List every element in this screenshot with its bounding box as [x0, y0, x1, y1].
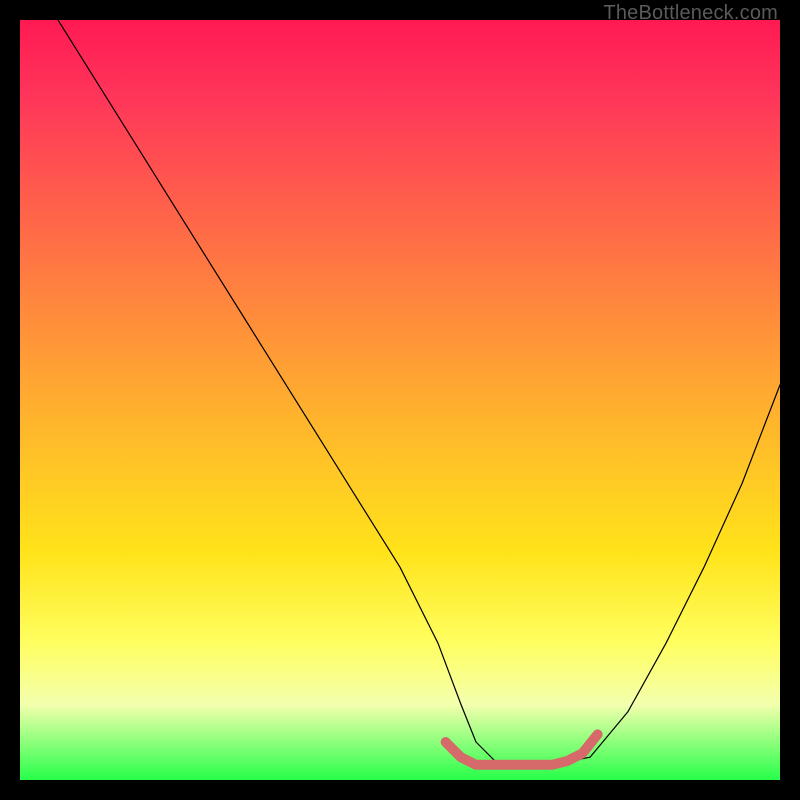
chart-stage: TheBottleneck.com: [0, 0, 800, 800]
optimum-highlight: [446, 734, 598, 764]
bottleneck-curve: [58, 20, 780, 765]
plot-area: [20, 20, 780, 780]
chart-svg: [20, 20, 780, 780]
